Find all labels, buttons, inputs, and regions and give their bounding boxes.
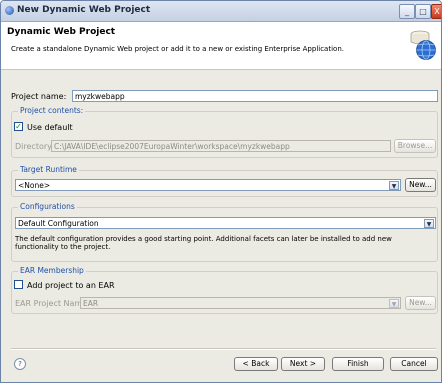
configurations-legend: Configurations: [18, 202, 77, 211]
use-default-label: Use default: [27, 123, 73, 132]
add-to-ear-label: Add project to an EAR: [27, 281, 115, 290]
configuration-value: Default Configuration: [18, 219, 99, 228]
page-title: Dynamic Web Project: [7, 27, 116, 37]
directory-label: Directory:: [15, 142, 54, 151]
eclipse-app-icon: [5, 6, 14, 15]
wizard-header: Dynamic Web Project Create a standalone …: [1, 22, 441, 70]
project-name-label: Project name:: [11, 92, 67, 101]
next-button[interactable]: Next >: [281, 357, 325, 371]
configuration-select[interactable]: Default Configuration ▼: [15, 217, 436, 229]
chevron-down-icon[interactable]: ▼: [389, 181, 399, 190]
ear-membership-legend: EAR Membership: [18, 266, 86, 275]
project-contents-legend: Project contents:: [18, 106, 86, 115]
finish-button[interactable]: Finish: [332, 357, 384, 371]
ear-project-name-label: EAR Project Name:: [15, 299, 90, 308]
browse-button[interactable]: Browse...: [394, 139, 436, 153]
target-runtime-legend: Target Runtime: [18, 165, 79, 174]
back-button[interactable]: < Back: [234, 357, 278, 371]
runtime-new-button[interactable]: New...: [405, 178, 436, 192]
configuration-description: The default configuration provides a goo…: [15, 235, 392, 251]
maximize-button[interactable]: □: [415, 4, 431, 19]
directory-input[interactable]: C:\JAVA\IDE\eclipse2007EuropaWinter\work…: [51, 140, 391, 152]
add-to-ear-checkbox[interactable]: [14, 280, 23, 289]
runtime-new-label: New...: [409, 180, 432, 189]
ear-project-name-value: EAR: [83, 299, 99, 308]
ear-new-button[interactable]: New...: [405, 296, 436, 310]
ear-project-name-select[interactable]: EAR ▼: [80, 297, 401, 309]
wizard-window: New Dynamic Web Project _ □ X Dynamic We…: [0, 0, 442, 383]
target-runtime-select[interactable]: <None> ▼: [15, 179, 401, 191]
footer-separator: [11, 348, 436, 350]
cancel-button[interactable]: Cancel: [390, 357, 438, 371]
page-description: Create a standalone Dynamic Web project …: [11, 45, 344, 53]
chevron-down-icon[interactable]: ▼: [424, 219, 434, 228]
window-title: New Dynamic Web Project: [17, 5, 151, 15]
close-button[interactable]: X: [431, 4, 441, 19]
minimize-button[interactable]: _: [399, 4, 415, 19]
web-project-wizard-icon: [410, 30, 436, 60]
help-icon[interactable]: ?: [14, 358, 26, 370]
title-bar: New Dynamic Web Project _ □ X: [1, 1, 441, 22]
use-default-checkbox[interactable]: ✓: [14, 122, 23, 131]
project-name-input[interactable]: myzkwebapp: [72, 90, 438, 102]
target-runtime-value: <None>: [18, 181, 51, 190]
chevron-down-icon[interactable]: ▼: [389, 299, 399, 308]
